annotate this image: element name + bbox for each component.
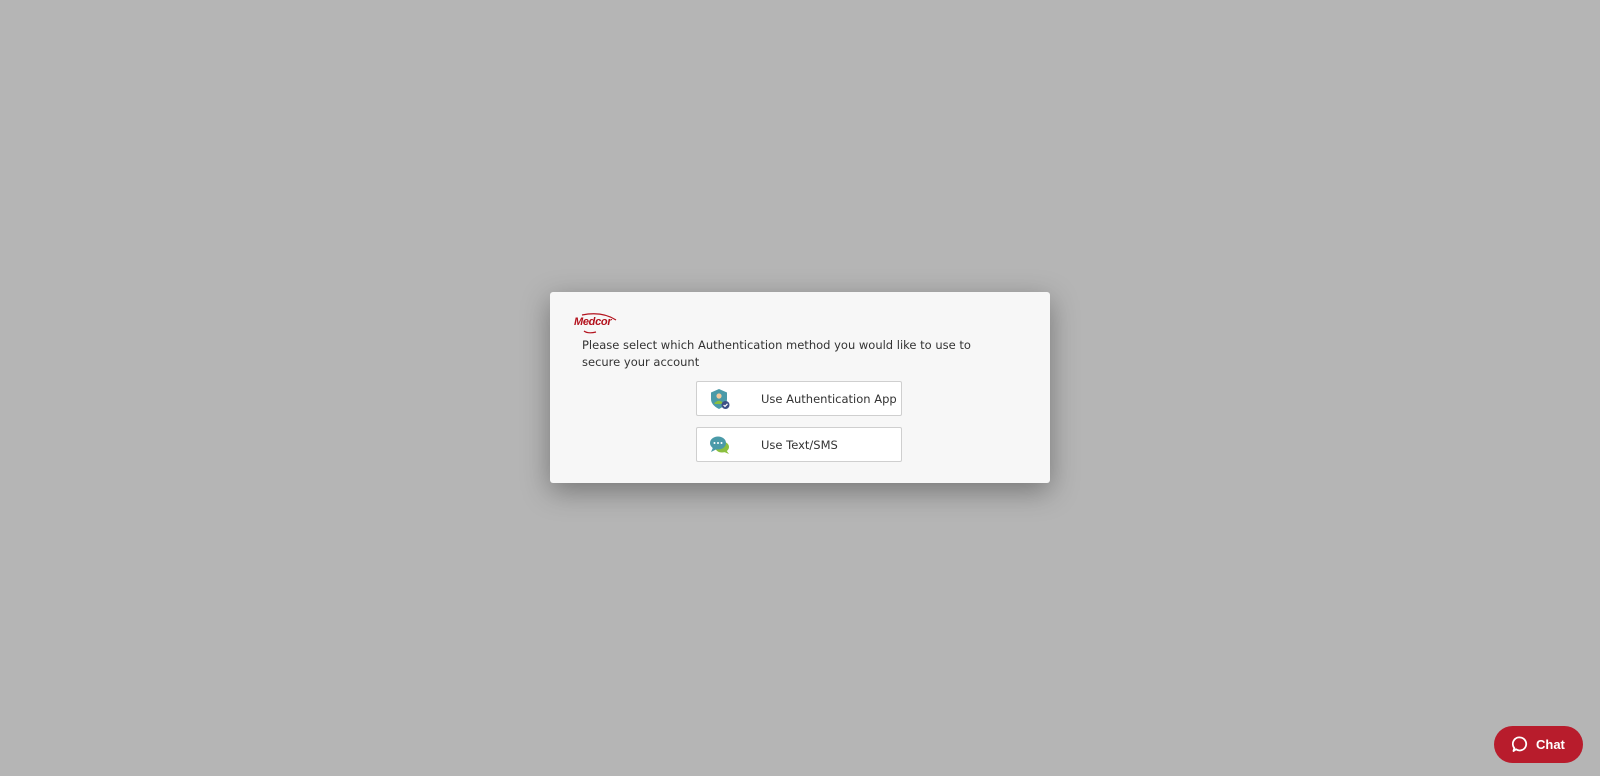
use-authentication-app-button[interactable]: Use Authentication App (696, 381, 902, 416)
use-text-sms-button[interactable]: Use Text/SMS (696, 427, 902, 462)
option-label: Use Text/SMS (761, 438, 838, 452)
speech-bubble-icon (1511, 736, 1529, 753)
auth-method-dialog: Medcor Please select which Authenticatio… (550, 292, 1050, 483)
chat-widget-button[interactable]: Chat (1494, 726, 1583, 763)
auth-prompt-text: Please select which Authentication metho… (582, 338, 971, 369)
authenticator-shield-user-icon (709, 388, 731, 410)
chat-bubbles-icon (709, 434, 731, 456)
chat-label: Chat (1536, 737, 1565, 752)
medcor-logo: Medcor (574, 312, 618, 334)
logo-text: Medcor (574, 316, 612, 328)
option-label: Use Authentication App (761, 392, 897, 406)
